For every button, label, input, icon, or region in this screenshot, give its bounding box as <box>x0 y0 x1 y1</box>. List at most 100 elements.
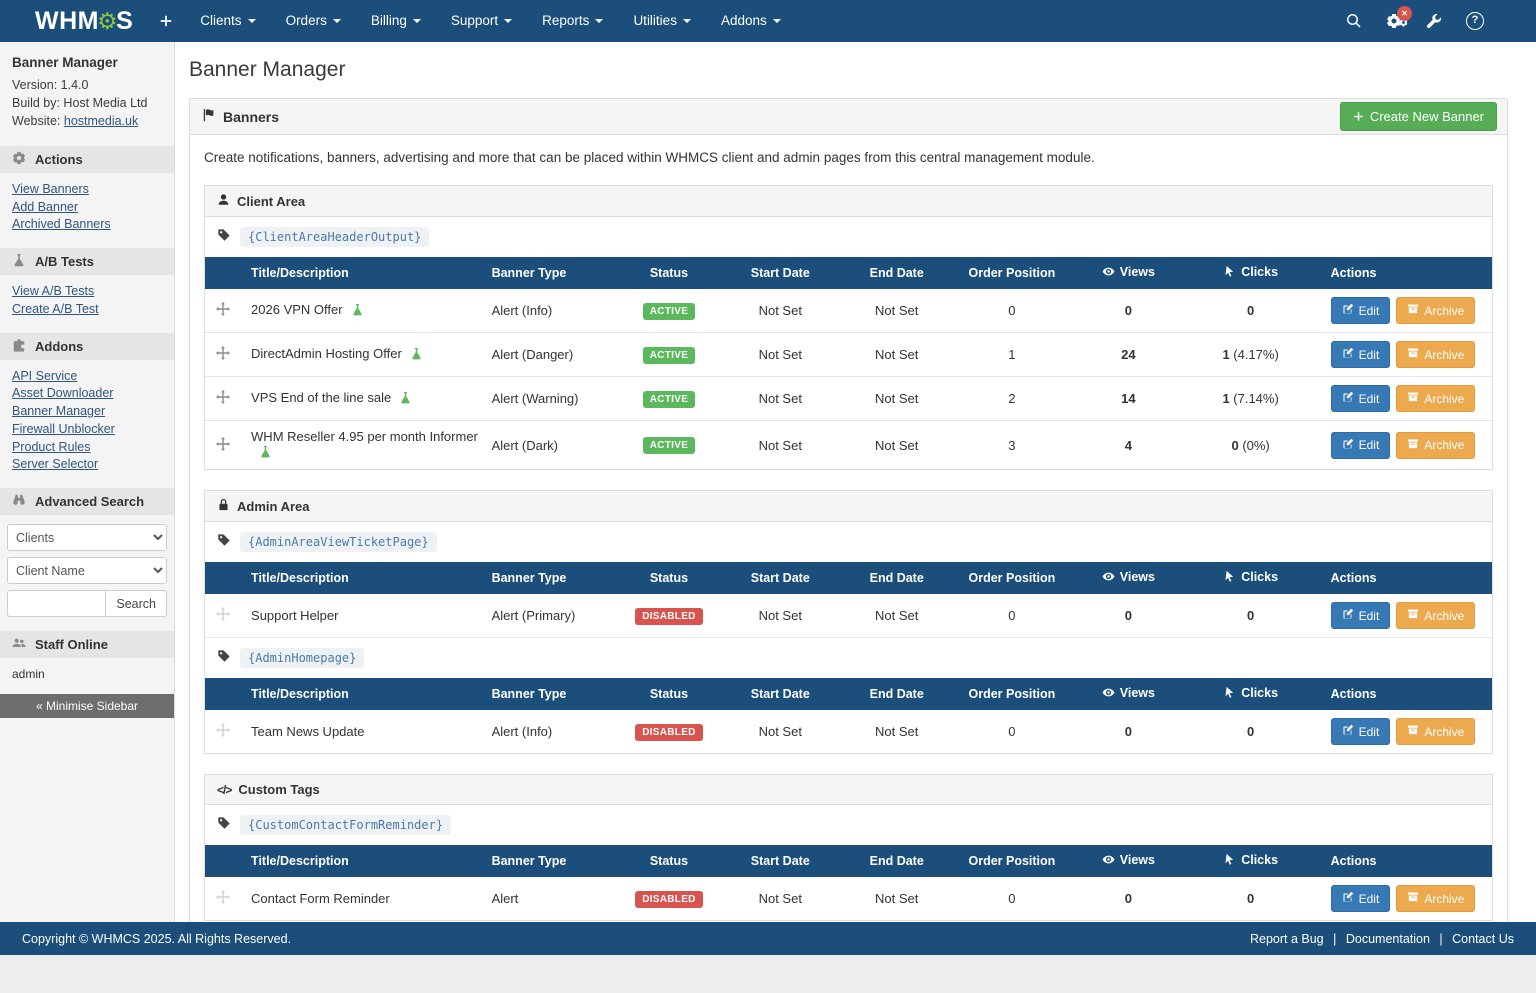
website-link[interactable]: hostmedia.uk <box>64 114 138 128</box>
edit-button[interactable]: Edit <box>1331 341 1391 368</box>
sidebar-link-banner-manager[interactable]: Banner Manager <box>12 403 105 421</box>
status-badge: DISABLED <box>635 724 703 741</box>
archive-icon <box>1407 303 1419 318</box>
status-cell: DISABLED <box>627 877 711 920</box>
archive-button[interactable]: Archive <box>1396 341 1475 368</box>
column-header: Banner Type <box>486 845 628 877</box>
move-icon[interactable] <box>216 725 230 740</box>
sidebar-link-view-ab-tests[interactable]: View A/B Tests <box>12 283 94 301</box>
sidebar-link-view-banners[interactable]: View Banners <box>12 181 89 199</box>
archive-button[interactable]: Archive <box>1396 885 1475 912</box>
banner-row: WHM Reseller 4.95 per month InformerAler… <box>205 421 1492 470</box>
caret-down-icon <box>504 19 512 23</box>
sidebar-link-product-rules[interactable]: Product Rules <box>12 439 91 457</box>
start-date-cell: Not Set <box>711 289 850 333</box>
order-position-cell: 3 <box>944 421 1080 470</box>
sidebar-link-add-banner[interactable]: Add Banner <box>12 199 78 217</box>
menu-utilities[interactable]: Utilities <box>618 0 706 42</box>
banner-title: DirectAdmin Hosting Offer <box>251 346 402 361</box>
section-title: Client Area <box>237 194 305 209</box>
sidebar-link-archived-banners[interactable]: Archived Banners <box>12 216 111 234</box>
archive-button[interactable]: Archive <box>1396 297 1475 324</box>
pencil-square-icon <box>1342 303 1354 318</box>
column-header: Actions <box>1325 678 1492 710</box>
footer-link-contact-us[interactable]: Contact Us <box>1452 932 1514 946</box>
gear-icon <box>12 151 26 168</box>
menu-clients[interactable]: Clients <box>185 0 270 42</box>
clicks-cell: 1 (7.14%) <box>1177 377 1325 421</box>
whmcs-logo[interactable]: WHM⚙S <box>35 7 133 36</box>
archive-button[interactable]: Archive <box>1396 432 1475 459</box>
menu-orders[interactable]: Orders <box>271 0 356 42</box>
sidebar-link-firewall-unblocker[interactable]: Firewall Unblocker <box>12 421 115 439</box>
wrench-icon[interactable] <box>1426 13 1442 29</box>
sidebar-section-actions: Actions <box>0 146 174 173</box>
search-field-select[interactable]: Client Name <box>7 557 167 584</box>
drag-column-header <box>205 257 241 289</box>
views-cell: 24 <box>1080 333 1177 377</box>
menu-support[interactable]: Support <box>436 0 527 42</box>
minimise-sidebar-button[interactable]: « Minimise Sidebar <box>0 694 174 718</box>
edit-button[interactable]: Edit <box>1331 385 1391 412</box>
sidebar-link-api-service[interactable]: API Service <box>12 368 77 386</box>
menu-reports[interactable]: Reports <box>527 0 618 42</box>
search-icon[interactable] <box>1346 13 1362 29</box>
quick-add-icon[interactable] <box>159 14 173 28</box>
end-date-cell: Not Set <box>850 594 944 638</box>
section-admin-area: Admin Area{AdminAreaViewTicketPage}Title… <box>204 490 1493 754</box>
archive-button[interactable]: Archive <box>1396 718 1475 745</box>
system-settings-icon[interactable]: ✕ <box>1386 13 1402 29</box>
panel-heading: Banners Create New Banner <box>190 99 1507 135</box>
menu-addons[interactable]: Addons <box>706 0 796 42</box>
archive-button[interactable]: Archive <box>1396 385 1475 412</box>
sidebar-link-asset-downloader[interactable]: Asset Downloader <box>12 385 113 403</box>
sidebar-link-server-selector[interactable]: Server Selector <box>12 456 98 474</box>
clicks-cell: 0 <box>1177 289 1325 333</box>
search-button[interactable]: Search <box>105 590 167 617</box>
footer-link-documentation[interactable]: Documentation <box>1346 932 1430 946</box>
create-new-banner-button[interactable]: Create New Banner <box>1340 102 1497 131</box>
pencil-square-icon <box>1342 391 1354 406</box>
module-website: Website: hostmedia.uk <box>12 112 162 130</box>
edit-button[interactable]: Edit <box>1331 432 1391 459</box>
edit-button[interactable]: Edit <box>1331 602 1391 629</box>
move-icon[interactable] <box>216 892 230 907</box>
drag-cell <box>205 289 241 333</box>
edit-button[interactable]: Edit <box>1331 297 1391 324</box>
column-header: Order Position <box>944 678 1080 710</box>
advanced-search-form: Clients Client Name Search <box>0 515 174 621</box>
copyright-text: Copyright © WHMCS 2025. All Rights Reser… <box>22 932 291 946</box>
search-input[interactable] <box>7 590 105 617</box>
banner-table: Title/DescriptionBanner TypeStatusStart … <box>205 678 1492 753</box>
views-cell: 0 <box>1080 594 1177 638</box>
archive-button[interactable]: Archive <box>1396 602 1475 629</box>
column-header: Start Date <box>711 257 850 289</box>
search-type-select[interactable]: Clients <box>7 524 167 551</box>
move-icon[interactable] <box>216 348 230 363</box>
status-badge: DISABLED <box>635 608 703 625</box>
top-navbar: WHM⚙S Clients Orders Billing Support Rep… <box>0 0 1536 42</box>
column-header: Status <box>627 562 711 594</box>
addons-links: API Service Asset Downloader Banner Mana… <box>0 360 174 479</box>
move-icon[interactable] <box>216 392 230 407</box>
footer-links: Report a Bug | Documentation | Contact U… <box>1250 932 1514 946</box>
move-icon[interactable] <box>216 439 230 454</box>
help-icon[interactable]: ? <box>1466 12 1484 30</box>
footer-link-report-a-bug[interactable]: Report a Bug <box>1250 932 1324 946</box>
cursor-icon <box>1223 265 1236 281</box>
archive-icon <box>1407 347 1419 362</box>
move-icon[interactable] <box>216 609 230 624</box>
sidebar-link-create-ab-test[interactable]: Create A/B Test <box>12 301 99 319</box>
banner-type-cell: Alert (Dark) <box>486 421 628 470</box>
eye-icon <box>1102 265 1115 281</box>
column-header: Clicks <box>1177 562 1325 594</box>
edit-button[interactable]: Edit <box>1331 718 1391 745</box>
move-icon[interactable] <box>216 304 230 319</box>
tag-icon <box>217 816 231 835</box>
sidebar-section-staff-online: Staff Online <box>0 631 174 658</box>
column-header: Start Date <box>711 845 850 877</box>
menu-billing[interactable]: Billing <box>356 0 436 42</box>
actions-cell: EditArchive <box>1325 710 1492 753</box>
edit-button[interactable]: Edit <box>1331 885 1391 912</box>
plugin-icon <box>12 338 26 355</box>
